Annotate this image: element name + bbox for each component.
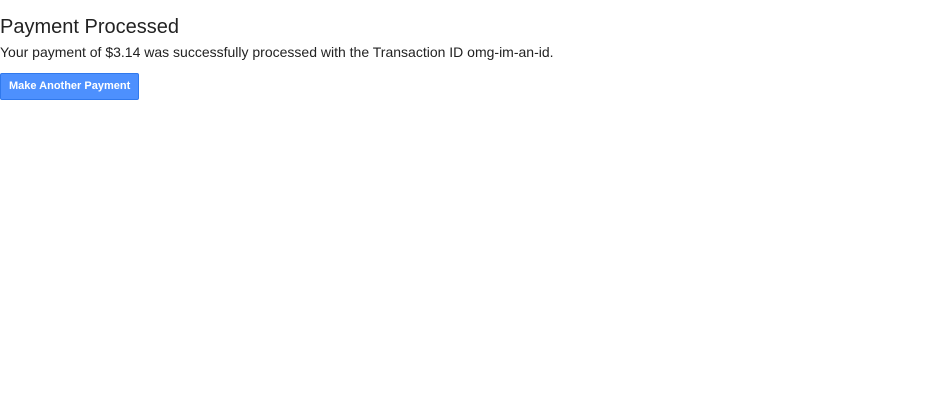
make-another-payment-button[interactable]: Make Another Payment [0, 73, 140, 100]
page-title: Payment Processed [0, 16, 179, 38]
payment-confirmation-message: Your payment of $3.14 was successfully p… [0, 44, 554, 60]
payment-confirmation-page: Payment Processed Your payment of $3.14 … [0, 0, 941, 400]
